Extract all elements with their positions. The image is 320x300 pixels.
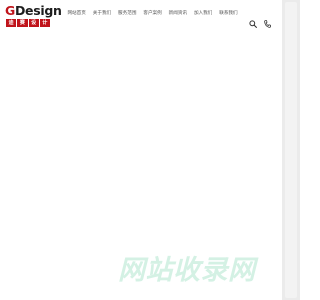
nav-item-about[interactable]: 关于我们 <box>89 11 114 17</box>
main-nav: 网站首页 关于我们 服务范围 客户案例 新闻资讯 加入我们 联系我们 <box>64 11 241 17</box>
logo-title: GDesign <box>5 4 62 18</box>
nav-item-contact[interactable]: 联系我们 <box>216 11 241 17</box>
site-header: GDesign 迪 赛 设 计 网站首页 关于我们 服务范围 客户案例 新闻资讯… <box>0 0 282 34</box>
logo-title-initial: G <box>5 3 15 18</box>
logo-subtitle-char: 迪 <box>6 19 17 27</box>
page: GDesign 迪 赛 设 计 网站首页 关于我们 服务范围 客户案例 新闻资讯… <box>0 0 300 300</box>
nav-item-news[interactable]: 新闻资讯 <box>165 11 190 17</box>
logo-subtitle-char: 计 <box>39 19 50 27</box>
watermark: 网站收录网 <box>118 255 256 286</box>
logo-subtitle-char: 赛 <box>17 19 28 27</box>
phone-icon[interactable] <box>264 13 271 28</box>
nav-item-home[interactable]: 网站首页 <box>64 11 89 17</box>
scrollbar[interactable] <box>282 0 300 300</box>
scrollbar-thumb[interactable] <box>285 2 297 298</box>
nav-item-services[interactable]: 服务范围 <box>115 11 140 17</box>
search-icon[interactable] <box>249 13 257 28</box>
logo-subtitle: 迪 赛 设 计 <box>6 19 50 27</box>
logo[interactable]: GDesign 迪 赛 设 计 <box>5 4 62 28</box>
nav-item-join[interactable]: 加入我们 <box>190 11 215 17</box>
logo-title-rest: Design <box>14 3 62 18</box>
nav-item-cases[interactable]: 客户案例 <box>140 11 165 17</box>
logo-subtitle-char: 设 <box>28 19 39 27</box>
